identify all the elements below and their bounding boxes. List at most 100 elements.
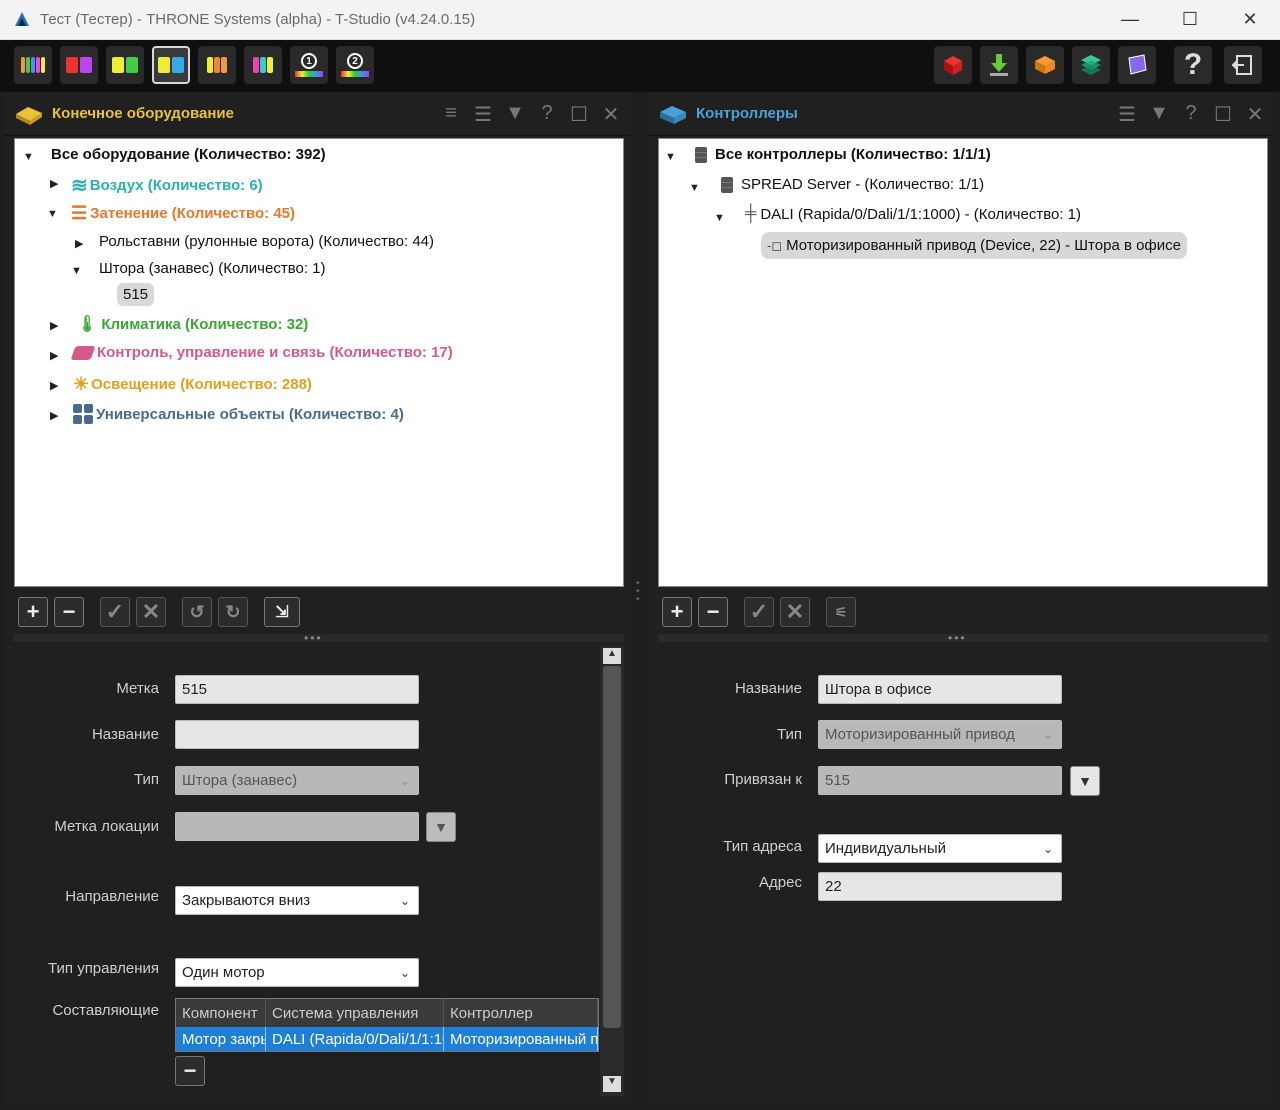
chevron-down-icon: ⌄ <box>1042 841 1053 856</box>
address-field[interactable]: 22 <box>818 872 1062 901</box>
tag-field[interactable]: 515 <box>175 675 419 704</box>
caret-right-icon[interactable]: ▶ <box>50 379 58 392</box>
sort-icon[interactable]: ≡ <box>440 102 462 127</box>
table-cell[interactable]: Моторизированный привод <box>444 1027 598 1051</box>
caret-down-icon[interactable]: ▼ <box>689 182 700 194</box>
tree-item-air[interactable]: ≋ Воздух (Количество: 6) <box>71 173 263 198</box>
box-icon[interactable] <box>1026 46 1064 84</box>
red-box-icon[interactable] <box>934 46 972 84</box>
panel-help-icon[interactable]: ? <box>1180 102 1202 127</box>
tree-item-shutters[interactable]: Рольставни (рулонные ворота) (Количество… <box>99 233 434 250</box>
caret-down-icon[interactable]: ▼ <box>714 212 725 224</box>
move-icon[interactable]: ⇲ <box>264 597 300 627</box>
tree-root-all-equipment[interactable]: Все оборудование (Количество: 392) <box>51 146 326 163</box>
yellow-green-icon[interactable] <box>106 46 144 84</box>
tree-item-control[interactable]: Контроль, управление и связь (Количество… <box>70 344 453 361</box>
layer-2-badge: 2 <box>347 53 363 69</box>
location-field[interactable] <box>175 812 419 841</box>
caret-right-icon[interactable]: ▶ <box>50 177 58 190</box>
apply-button[interactable]: ✓ <box>744 597 774 627</box>
apply-button[interactable]: ✓ <box>100 597 130 627</box>
splitter-grip-icon[interactable]: ••• <box>304 631 323 645</box>
scrollbar-thumb[interactable] <box>603 666 621 1028</box>
yellow-blue-icon[interactable] <box>152 46 190 84</box>
tree-item-universal[interactable]: Универсальные объекты (Количество: 4) <box>73 404 404 424</box>
controller-type-select[interactable]: Моторизированный привод ⌄ <box>818 720 1062 749</box>
controllers-icon <box>660 105 686 124</box>
splitter-grip-icon[interactable]: ••• <box>948 631 967 645</box>
tree-item-curtain-515[interactable]: 515 <box>117 283 155 306</box>
tree-item-curtain[interactable]: Штора (занавес) (Количество: 1) <box>99 260 326 277</box>
exit-icon[interactable] <box>1224 46 1262 84</box>
table-cell[interactable]: Мотор закрытия <box>176 1027 266 1051</box>
rainbow-icon[interactable] <box>244 46 282 84</box>
caret-down-icon[interactable]: ▼ <box>23 151 34 163</box>
table-cell[interactable]: DALI (Rapida/0/Dali/1/1:1000) <box>266 1027 444 1051</box>
add-button[interactable]: + <box>18 597 48 627</box>
controller-name-field[interactable]: Штора в офисе <box>818 675 1062 704</box>
tree-item-server[interactable]: SPREAD Server - (Количество: 1/1) <box>721 176 984 193</box>
undo-icon[interactable]: ↺ <box>182 597 212 627</box>
caret-right-icon[interactable]: ▶ <box>50 319 58 332</box>
panel-help-icon[interactable]: ? <box>536 102 558 127</box>
add-button[interactable]: + <box>662 597 692 627</box>
direction-select[interactable]: Закрываются вниз ⌄ <box>175 886 419 915</box>
column-header[interactable]: Компонент <box>176 999 266 1027</box>
filter-icon[interactable]: ▼ <box>504 102 526 127</box>
form-scrollbar[interactable]: ▲ ▼ <box>600 646 624 1096</box>
tree-item-dali[interactable]: ╪ DALI (Rapida/0/Dali/1/1:1000) - (Колич… <box>745 205 1081 223</box>
help-icon[interactable]: ? <box>1174 46 1212 84</box>
remove-component-button[interactable]: − <box>175 1056 205 1086</box>
scroll-up-icon[interactable]: ▲ <box>603 648 621 664</box>
tree-item-shading[interactable]: ☰ Затенение (Количество: 45) <box>71 203 295 224</box>
tree-collapse-icon[interactable]: ☰ <box>1116 102 1138 127</box>
download-icon[interactable] <box>980 46 1018 84</box>
bars-icon[interactable] <box>14 46 52 84</box>
table-row[interactable]: Мотор закрытия DALI (Rapida/0/Dali/1/1:1… <box>176 1027 598 1051</box>
caret-right-icon[interactable]: ▶ <box>50 409 58 422</box>
bound-to-dropdown-button[interactable]: ▼ <box>1070 766 1100 796</box>
bound-to-field[interactable]: 515 <box>818 766 1062 795</box>
control-type-select[interactable]: Один мотор ⌄ <box>175 958 419 987</box>
caret-down-icon[interactable]: ▼ <box>71 265 82 277</box>
type-select[interactable]: Штора (занавес) ⌄ <box>175 766 419 795</box>
equipment-panel: Конечное оборудование ≡ ☰ ▼ ? ☐ ✕ ▼ Все … <box>4 92 630 1104</box>
controllers-tree: ▼ Все контроллеры (Количество: 1/1/1) ▼ … <box>658 138 1268 587</box>
tree-collapse-icon[interactable]: ☰ <box>472 102 494 127</box>
cube-icon[interactable] <box>1118 46 1156 84</box>
plug-icon[interactable]: ⚟ <box>826 597 856 627</box>
tree-root-all-controllers[interactable]: Все контроллеры (Количество: 1/1/1) <box>695 146 991 163</box>
filter-icon[interactable]: ▼ <box>1148 102 1170 127</box>
tree-item-lighting[interactable]: ☀ Освещение (Количество: 288) <box>73 374 312 395</box>
layer-2-icon[interactable]: 2 <box>336 46 374 84</box>
caret-right-icon[interactable]: ▶ <box>50 349 58 362</box>
multi-icon[interactable] <box>198 46 236 84</box>
layer-1-icon[interactable]: 1 <box>290 46 328 84</box>
tree-item-device[interactable]: -◻ Моторизированный привод (Device, 22) … <box>761 232 1187 259</box>
caret-down-icon[interactable]: ▼ <box>665 151 676 163</box>
maximize-button[interactable]: ☐ <box>1160 0 1220 40</box>
remove-button[interactable]: − <box>698 597 728 627</box>
panel-maximize-icon[interactable]: ☐ <box>1212 102 1234 127</box>
remove-button[interactable]: − <box>54 597 84 627</box>
panel-close-icon[interactable]: ✕ <box>600 102 622 127</box>
redo-icon[interactable]: ↻ <box>218 597 248 627</box>
layers-icon[interactable] <box>1072 46 1110 84</box>
panel-splitter-grip-icon[interactable]: • • • <box>636 579 640 605</box>
tree-item-climate[interactable]: 🌡 Климатика (Количество: 32) <box>77 314 308 334</box>
location-dropdown-button[interactable]: ▼ <box>426 812 456 842</box>
caret-down-icon[interactable]: ▼ <box>47 208 58 220</box>
close-button[interactable]: ✕ <box>1220 0 1280 40</box>
name-field[interactable] <box>175 720 419 749</box>
minimize-button[interactable]: — <box>1100 0 1160 40</box>
column-header[interactable]: Контроллер <box>444 999 598 1027</box>
caret-right-icon[interactable]: ▶ <box>75 237 83 250</box>
cancel-button[interactable]: ✕ <box>136 597 166 627</box>
panel-close-icon[interactable]: ✕ <box>1244 102 1266 127</box>
address-type-select[interactable]: Индивидуальный ⌄ <box>818 834 1062 863</box>
panel-maximize-icon[interactable]: ☐ <box>568 102 590 127</box>
cancel-button[interactable]: ✕ <box>780 597 810 627</box>
column-header[interactable]: Система управления <box>266 999 444 1027</box>
scroll-down-icon[interactable]: ▼ <box>603 1076 621 1092</box>
red-purple-icon[interactable] <box>60 46 98 84</box>
